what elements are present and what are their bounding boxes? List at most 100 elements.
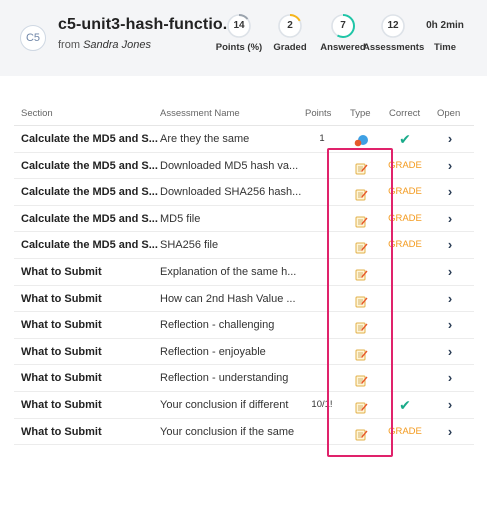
table-row[interactable]: What to Submit How can 2nd Hash Value ...… bbox=[14, 286, 474, 313]
open-chevron-icon[interactable]: › bbox=[436, 339, 464, 365]
assessment-name-cell[interactable]: Are they the same bbox=[160, 126, 306, 152]
table-row[interactable]: What to Submit Your conclusion if differe… bbox=[14, 392, 474, 419]
points-cell bbox=[301, 153, 343, 179]
free-text-icon bbox=[355, 185, 368, 205]
table-row[interactable]: What to Submit Your conclusion if the sam… bbox=[14, 419, 474, 446]
grade-link[interactable]: GRADE bbox=[388, 186, 422, 197]
assessment-table: Section Assessment Name Points Type Corr… bbox=[14, 104, 474, 446]
open-chevron-icon[interactable]: › bbox=[436, 232, 464, 258]
points-cell bbox=[301, 365, 343, 391]
open-chevron-icon[interactable]: › bbox=[436, 126, 464, 152]
free-text-icon bbox=[355, 238, 368, 258]
assessment-name-cell[interactable]: How can 2nd Hash Value ... bbox=[160, 286, 306, 312]
open-chevron-icon[interactable]: › bbox=[436, 153, 464, 179]
course-author-line: from Sandra Jones bbox=[58, 39, 151, 51]
assessments-value: 12 bbox=[387, 20, 399, 31]
open-chevron-icon[interactable]: › bbox=[436, 312, 464, 338]
free-text-icon bbox=[355, 371, 368, 391]
multiple-choice-icon bbox=[353, 132, 369, 152]
open-chevron-icon[interactable]: › bbox=[436, 206, 464, 232]
table-row[interactable]: What to Submit Reflection - enjoyable › bbox=[14, 339, 474, 366]
table-row[interactable]: Calculate the MD5 and S... SHA256 file GRA… bbox=[14, 232, 474, 259]
assessment-name-cell[interactable]: Downloaded SHA256 hash... bbox=[160, 179, 306, 205]
correct-cell bbox=[384, 339, 426, 365]
table-row[interactable]: Calculate the MD5 and S... Downloaded SHA… bbox=[14, 179, 474, 206]
grade-link[interactable]: GRADE bbox=[388, 239, 422, 250]
section-cell: What to Submit bbox=[21, 319, 102, 332]
assessment-name-cell[interactable]: Reflection - challenging bbox=[160, 312, 306, 338]
type-cell bbox=[346, 365, 376, 391]
points-cell bbox=[301, 339, 343, 365]
assessment-name-cell[interactable]: Downloaded MD5 hash va... bbox=[160, 153, 306, 179]
grade-link[interactable]: GRADE bbox=[388, 426, 422, 437]
free-text-icon bbox=[355, 292, 368, 312]
assessment-name-cell[interactable]: MD5 file bbox=[160, 206, 306, 232]
correct-cell bbox=[384, 365, 426, 391]
stat-assessments: 12 Assessments bbox=[363, 13, 424, 53]
open-chevron-icon[interactable]: › bbox=[436, 419, 464, 445]
course-header: C5 c5-unit3-hash-functio... from Sandra … bbox=[0, 0, 487, 76]
table-row[interactable]: Calculate the MD5 and S... Are they the s… bbox=[14, 126, 474, 153]
table-row[interactable]: Calculate the MD5 and S... MD5 file GRADE › bbox=[14, 206, 474, 233]
stat-graded: 2 Graded bbox=[260, 13, 320, 53]
open-chevron-icon[interactable]: › bbox=[436, 392, 464, 418]
graded-ring: 2 bbox=[277, 13, 303, 39]
check-icon: ✔ bbox=[399, 396, 411, 413]
free-text-icon bbox=[355, 265, 368, 285]
correct-cell: ✔ bbox=[384, 126, 426, 152]
course-avatar: C5 bbox=[20, 25, 46, 51]
type-cell bbox=[346, 179, 376, 205]
points-ring: 14 bbox=[226, 13, 252, 39]
points-cell: 10/1! bbox=[311, 398, 333, 410]
assessment-name-cell[interactable]: Your conclusion if different bbox=[160, 392, 306, 418]
section-cell: What to Submit bbox=[21, 265, 102, 278]
grade-link[interactable]: GRADE bbox=[388, 213, 422, 224]
section-cell: Calculate the MD5 and S... bbox=[21, 212, 158, 225]
assessment-name-cell[interactable]: Reflection - understanding bbox=[160, 365, 306, 391]
graded-label: Graded bbox=[273, 42, 307, 53]
assessment-name-cell[interactable]: Reflection - enjoyable bbox=[160, 339, 306, 365]
assessment-name-cell[interactable]: SHA256 file bbox=[160, 232, 306, 258]
type-cell bbox=[346, 286, 376, 312]
open-chevron-icon[interactable]: › bbox=[436, 286, 464, 312]
open-chevron-icon[interactable]: › bbox=[436, 365, 464, 391]
grade-link[interactable]: GRADE bbox=[388, 160, 422, 171]
answered-value: 7 bbox=[340, 20, 346, 31]
open-chevron-icon[interactable]: › bbox=[436, 179, 464, 205]
points-cell bbox=[301, 206, 343, 232]
author-name: Sandra Jones bbox=[83, 39, 151, 51]
points-cell bbox=[301, 419, 343, 445]
correct-cell: GRADE bbox=[384, 206, 426, 232]
header-type: Type bbox=[350, 108, 371, 119]
section-cell: Calculate the MD5 and S... bbox=[21, 239, 158, 252]
section-cell: What to Submit bbox=[21, 425, 102, 438]
section-cell: What to Submit bbox=[21, 372, 102, 385]
assessment-name-cell[interactable]: Explanation of the same h... bbox=[160, 259, 306, 285]
type-cell bbox=[346, 153, 376, 179]
free-text-icon bbox=[355, 425, 368, 445]
section-cell: Calculate the MD5 and S... bbox=[21, 159, 158, 172]
points-cell bbox=[301, 259, 343, 285]
open-chevron-icon[interactable]: › bbox=[436, 259, 464, 285]
assessment-name-cell[interactable]: Your conclusion if the same bbox=[160, 419, 306, 445]
stat-time: 0h 2min Time bbox=[415, 13, 475, 53]
free-text-icon bbox=[355, 398, 368, 418]
points-value: 14 bbox=[233, 20, 245, 31]
free-text-icon bbox=[355, 212, 368, 232]
table-row[interactable]: What to Submit Reflection - understanding… bbox=[14, 365, 474, 392]
correct-cell bbox=[384, 312, 426, 338]
correct-cell: GRADE bbox=[384, 419, 426, 445]
table-row[interactable]: What to Submit Reflection - challenging › bbox=[14, 312, 474, 339]
type-cell bbox=[346, 232, 376, 258]
free-text-icon bbox=[355, 318, 368, 338]
points-cell bbox=[301, 312, 343, 338]
correct-cell: GRADE bbox=[384, 179, 426, 205]
header-section: Section bbox=[21, 108, 53, 119]
table-row[interactable]: Calculate the MD5 and S... Downloaded MD5… bbox=[14, 153, 474, 180]
points-cell bbox=[301, 286, 343, 312]
section-cell: Calculate the MD5 and S... bbox=[21, 186, 158, 199]
correct-cell: GRADE bbox=[384, 232, 426, 258]
table-row[interactable]: What to Submit Explanation of the same h.… bbox=[14, 259, 474, 286]
free-text-icon bbox=[355, 345, 368, 365]
table-body: Calculate the MD5 and S... Are they the s… bbox=[14, 126, 474, 446]
